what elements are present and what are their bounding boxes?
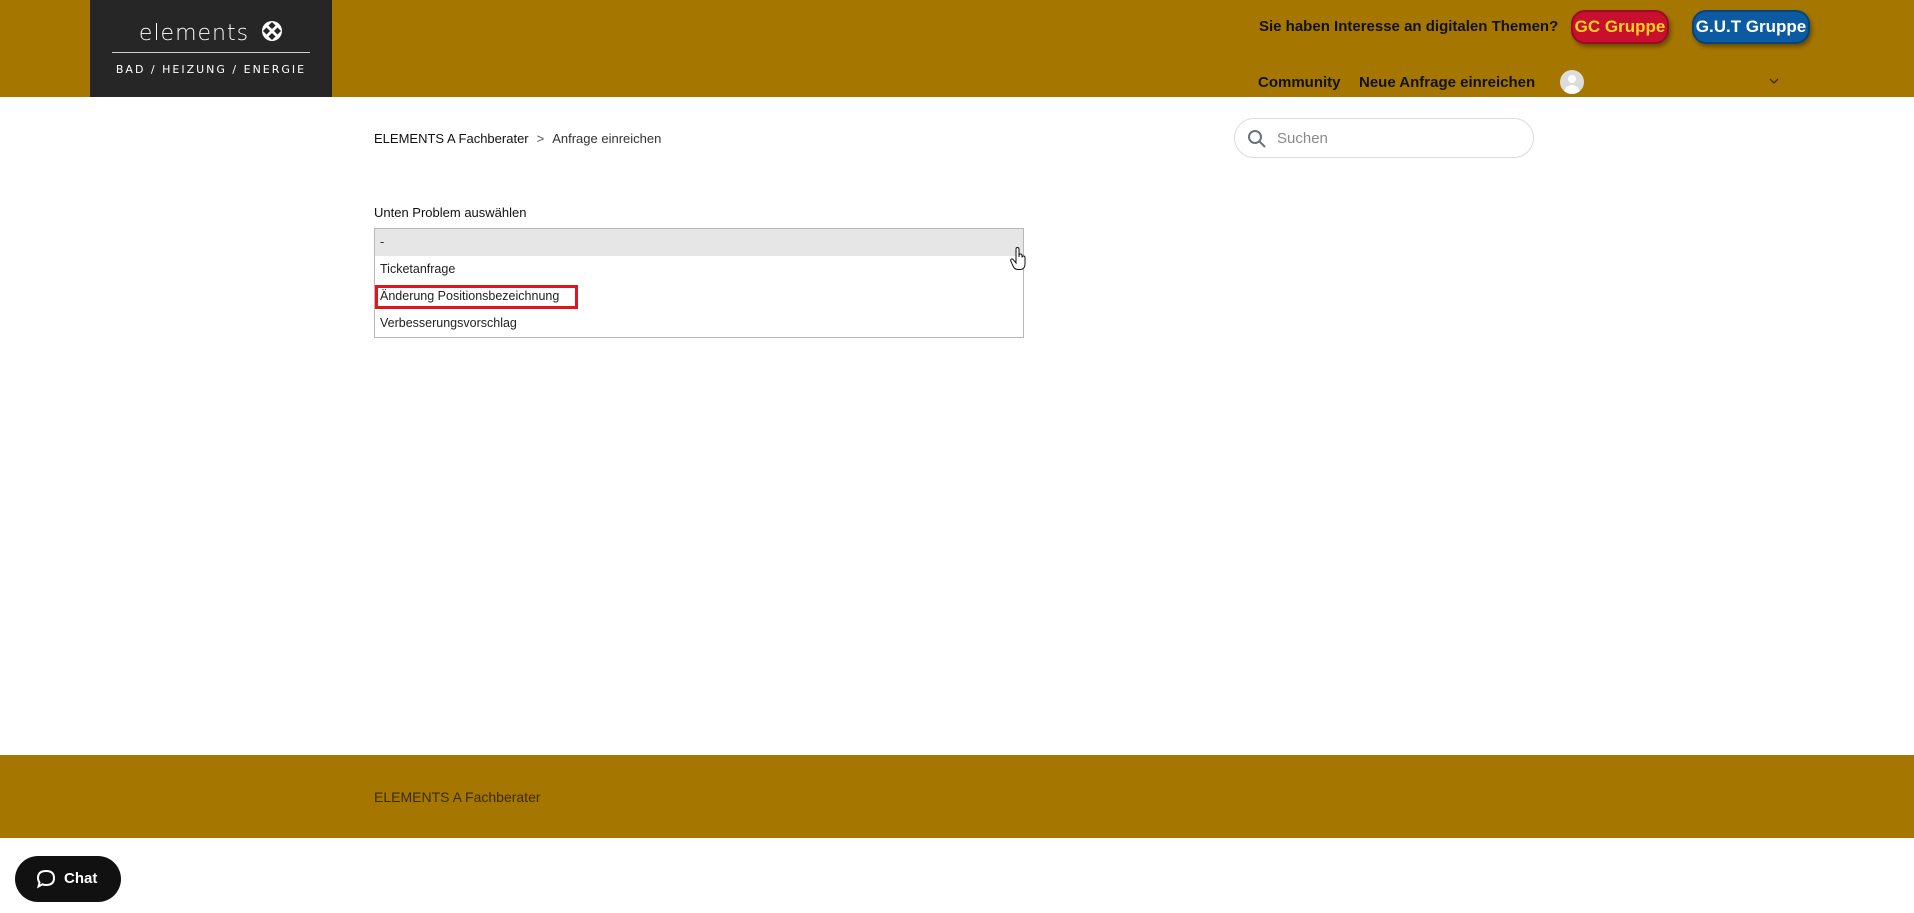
gut-gruppe-button[interactable]: G.U.T Gruppe: [1692, 10, 1810, 44]
user-avatar-icon[interactable]: [1560, 70, 1584, 94]
logo-wordmark: elements: [138, 21, 250, 46]
search-icon: [1248, 130, 1266, 148]
breadcrumb-home-link[interactable]: ELEMENTS A Fachberater: [374, 131, 529, 146]
highlight-annotation-box: [375, 285, 578, 309]
select-option-verbesserungsvorschlag[interactable]: Verbesserungsvorschlag: [375, 310, 1023, 337]
logo-divider: [112, 52, 310, 53]
problem-select-label: Unten Problem auswählen: [374, 205, 527, 220]
gc-gruppe-button[interactable]: GC Gruppe: [1571, 10, 1669, 44]
chat-button[interactable]: Chat: [15, 856, 121, 902]
hand-pointer-icon: [1010, 247, 1026, 270]
elements-logo[interactable]: elements BAD / HEIZUNG / ENERGIE: [90, 0, 332, 97]
footer-brand-text[interactable]: ELEMENTS A Fachberater: [374, 789, 541, 805]
problem-select-dropdown[interactable]: - Ticketanfrage Änderung Positionsbezeic…: [374, 228, 1024, 338]
select-option-none[interactable]: -: [375, 229, 1023, 256]
four-diamond-cross-icon: [262, 21, 283, 41]
chat-label: Chat: [64, 870, 98, 887]
search-input[interactable]: [1275, 127, 1515, 149]
nav-new-request-link[interactable]: Neue Anfrage einreichen: [1359, 74, 1535, 91]
interest-text: Sie haben Interesse an digitalen Themen?: [1259, 18, 1559, 35]
breadcrumb-current: Anfrage einreichen: [552, 131, 662, 146]
search-box[interactable]: [1234, 118, 1534, 158]
nav-community-link[interactable]: Community: [1258, 74, 1341, 91]
logo-tagline: BAD / HEIZUNG / ENERGIE: [115, 63, 307, 76]
chat-bubble-icon: [36, 869, 56, 889]
chevron-down-icon[interactable]: [1768, 76, 1780, 86]
breadcrumb-separator: >: [536, 131, 545, 146]
site-header: elements BAD / HEIZUNG / ENERGIE Sie hab…: [0, 0, 1914, 97]
select-option-ticketanfrage[interactable]: Ticketanfrage: [375, 256, 1023, 283]
site-footer: ELEMENTS A Fachberater: [0, 755, 1914, 838]
breadcrumb: ELEMENTS A Fachberater > Anfrage einreiche…: [374, 131, 661, 146]
